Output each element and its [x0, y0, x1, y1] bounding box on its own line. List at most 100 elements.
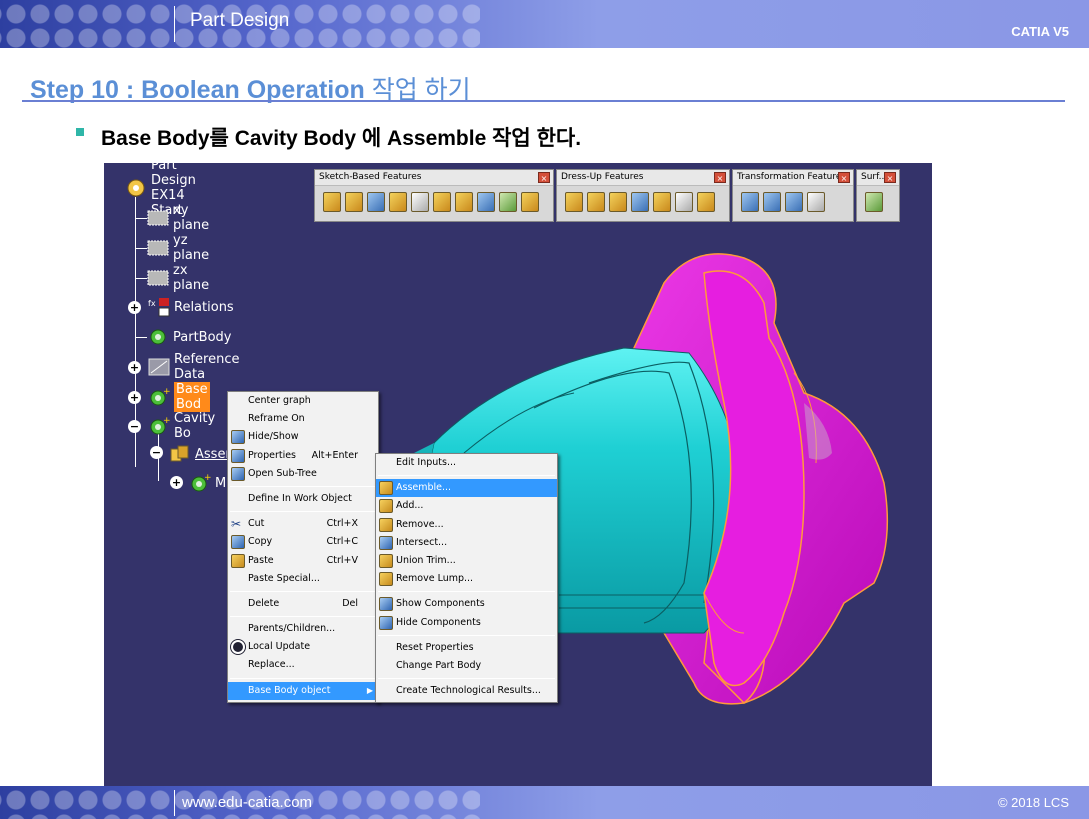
toolbar-surface[interactable]: Surf... × [856, 169, 900, 222]
menu-item-show-components[interactable]: Show Components [376, 595, 557, 613]
menu-item-define-in-work-object[interactable]: Define In Work Object [228, 490, 378, 508]
menu-shortcut: Alt+Enter [311, 449, 358, 461]
tree-item-zx-plane[interactable]: zx plane [146, 263, 209, 293]
expand-icon[interactable]: + [128, 361, 141, 374]
menu-item-remove-lump[interactable]: Remove Lump... [376, 570, 557, 588]
tree-item-label: M [215, 475, 227, 491]
menu-item-delete[interactable]: Delete Del [228, 595, 378, 613]
pad-icon[interactable] [323, 192, 341, 212]
tree-item-partbody[interactable]: PartBody [146, 325, 231, 349]
footer-copyright: © 2018 LCS [997, 795, 1069, 810]
toolbar-transformation-features[interactable]: Transformation Features × [732, 169, 854, 222]
body-gear-icon: + [150, 416, 171, 435]
menu-item-hide-show[interactable]: Hide/Show [228, 428, 378, 446]
tree-root[interactable]: Part Design EX14 Start [124, 163, 196, 218]
expand-icon[interactable]: + [170, 476, 183, 489]
hole-icon[interactable] [389, 192, 407, 212]
remove-face-icon[interactable] [697, 192, 715, 212]
menu-item-replace[interactable]: Replace... [228, 656, 378, 674]
slot-icon[interactable] [433, 192, 451, 212]
draft-icon[interactable] [609, 192, 627, 212]
context-menu[interactable]: Center graph Reframe On Hide/Show Proper… [227, 391, 379, 703]
close-icon[interactable]: × [714, 172, 726, 183]
menu-item-assemble[interactable]: Assemble... [376, 479, 557, 498]
menu-item-paste[interactable]: Paste Ctrl+V [228, 552, 378, 570]
menu-item-label: Intersect... [396, 536, 448, 548]
tree-item-label: xy plane [173, 203, 210, 233]
collapse-icon[interactable]: − [150, 446, 163, 459]
split-icon[interactable] [865, 192, 883, 212]
header-product: CATIA V5 [1011, 24, 1069, 39]
add-icon [379, 499, 393, 514]
scaling-icon[interactable] [807, 192, 825, 212]
loft-icon[interactable] [477, 192, 495, 212]
chamfer-icon[interactable] [587, 192, 605, 212]
menu-item-label: Reset Properties [396, 641, 474, 653]
menu-item-remove[interactable]: Remove... [376, 516, 557, 534]
shell-icon[interactable] [631, 192, 649, 212]
menu-item-parents-children[interactable]: Parents/Children... [228, 620, 378, 638]
pocket-icon[interactable] [345, 192, 363, 212]
menu-item-base-body-object[interactable]: Base Body object ▶ [228, 681, 378, 700]
remove-loft-icon[interactable] [499, 192, 517, 212]
menu-item-label: Copy [248, 536, 273, 548]
menu-item-change-part-body[interactable]: Change Part Body [376, 657, 557, 675]
header-divider [174, 6, 175, 42]
tree-item-m[interactable]: + M [188, 471, 226, 495]
menu-item-label: Show Components [396, 598, 485, 610]
tree-item-reference-data[interactable]: Reference Data [147, 352, 239, 382]
menu-item-cut[interactable]: ✂ Cut Ctrl+X [228, 515, 378, 533]
tree-item-base-body[interactable]: + Base Bod [147, 382, 210, 412]
tree-item-yz-plane[interactable]: yz plane [146, 233, 209, 263]
thickness-icon[interactable] [653, 192, 671, 212]
menu-item-paste-special[interactable]: Paste Special... [228, 570, 378, 588]
menu-item-reframe-on[interactable]: Reframe On [228, 410, 378, 428]
plane-icon [147, 270, 169, 286]
menu-separator [230, 616, 376, 618]
menu-item-intersect[interactable]: Intersect... [376, 534, 557, 552]
menu-item-label: Change Part Body [396, 659, 482, 671]
header-title: Part Design [190, 10, 290, 31]
menu-item-create-technological-results[interactable]: Create Technological Results... [376, 682, 557, 700]
submenu-base-body-object[interactable]: Edit Inputs... Assemble... Add... Remove… [375, 453, 558, 703]
tree-item-relations[interactable]: fx Relations [147, 295, 234, 319]
mirror-icon[interactable] [763, 192, 781, 212]
menu-item-local-update[interactable]: Local Update [228, 638, 378, 656]
remove-lump-icon [379, 572, 393, 587]
menu-item-add[interactable]: Add... [376, 497, 557, 515]
expand-icon[interactable]: + [128, 301, 141, 314]
collapse-icon[interactable]: − [128, 420, 141, 433]
toolbar-title-label: Dress-Up Features [561, 172, 644, 182]
toolbar-icons [857, 186, 899, 212]
edge-fillet-icon[interactable] [565, 192, 583, 212]
rib-icon[interactable] [411, 192, 429, 212]
menu-item-open-sub-tree[interactable]: Open Sub-Tree [228, 465, 378, 483]
menu-item-properties[interactable]: Properties Alt+Enter [228, 447, 378, 465]
catia-viewport[interactable]: Part Design EX14 Start xy plane yz plane… [104, 163, 932, 786]
menu-item-label: Remove... [396, 518, 444, 530]
expand-icon[interactable]: + [128, 391, 141, 404]
copy-icon [231, 535, 245, 550]
pattern-icon[interactable] [785, 192, 803, 212]
tree-item-label: Cavity Bo [174, 411, 216, 441]
shaft-icon[interactable] [367, 192, 385, 212]
thread-icon[interactable] [675, 192, 693, 212]
menu-item-union-trim[interactable]: Union Trim... [376, 552, 557, 570]
close-icon[interactable]: × [538, 172, 550, 183]
toolbar-sketch-based-features[interactable]: Sketch-Based Features × [314, 169, 554, 222]
show-components-icon [379, 597, 393, 612]
menu-item-center-graph[interactable]: Center graph [228, 392, 378, 410]
solid-combine-icon[interactable] [521, 192, 539, 212]
tree-item-xy-plane[interactable]: xy plane [146, 203, 210, 233]
stiffener-icon[interactable] [455, 192, 473, 212]
menu-item-edit-inputs[interactable]: Edit Inputs... [376, 454, 557, 472]
translation-icon[interactable] [741, 192, 759, 212]
toolbar-dress-up-features[interactable]: Dress-Up Features × [556, 169, 730, 222]
footer-url[interactable]: www.edu-catia.com [182, 794, 312, 811]
close-icon[interactable]: × [838, 172, 850, 183]
menu-item-hide-components[interactable]: Hide Components [376, 614, 557, 632]
menu-item-copy[interactable]: Copy Ctrl+C [228, 533, 378, 551]
menu-item-reset-properties[interactable]: Reset Properties [376, 639, 557, 657]
close-icon[interactable]: × [884, 172, 896, 183]
tree-item-cavity-body[interactable]: + Cavity Bo [147, 411, 216, 441]
